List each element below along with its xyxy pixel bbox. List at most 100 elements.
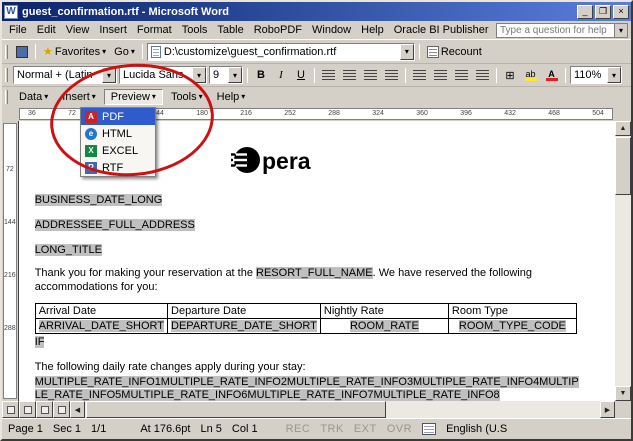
cell-arrival-date[interactable]: ARRIVAL_DATE_SHORT (35, 319, 167, 334)
menu-robopdf[interactable]: RoboPDF (249, 22, 307, 38)
scroll-left-button[interactable]: ◀ (70, 401, 85, 418)
outline-view-button[interactable] (53, 401, 70, 418)
style-combobox[interactable]: Normal + (Latin ▾ (13, 66, 117, 84)
preview-menu-item-excel[interactable]: X EXCEL (81, 142, 155, 159)
dropdown-arrow-icon[interactable]: ▾ (228, 67, 242, 83)
align-left-button[interactable] (319, 66, 338, 84)
dropdown-arrow-icon[interactable]: ▾ (607, 67, 621, 83)
font-combobox[interactable]: Lucida Sans ▾ (119, 66, 207, 84)
normal-view-button[interactable] (2, 401, 19, 418)
toolbar-separator (419, 44, 420, 59)
increase-indent-button[interactable] (473, 66, 492, 84)
scroll-right-button[interactable]: ▶ (600, 401, 615, 418)
scroll-down-button[interactable]: ▼ (615, 386, 631, 401)
bi-menu-data[interactable]: Data ▾ (13, 89, 54, 105)
ruler-label: 252 (284, 110, 296, 117)
status-flag-ovr[interactable]: OVR (387, 423, 412, 435)
menu-view[interactable]: View (61, 22, 95, 38)
decrease-indent-button[interactable] (452, 66, 471, 84)
arrival-date-field[interactable]: ARRIVAL_DATE_SHORT (39, 320, 164, 332)
toolbar-drag-handle[interactable] (5, 68, 8, 82)
numbering-button[interactable] (410, 66, 429, 84)
highlight-button[interactable]: ab (521, 66, 540, 84)
vertical-scrollbar[interactable]: ▲ ▼ (615, 121, 631, 401)
vertical-scroll-track[interactable] (615, 196, 631, 386)
close-button[interactable]: × (613, 5, 629, 19)
help-question-input[interactable]: Type a question for help ▾ (496, 23, 628, 38)
vertical-scroll-thumb[interactable] (615, 137, 631, 195)
address-combobox[interactable]: D:\customize\guest_confirmation.rtf ▾ (147, 43, 415, 61)
menu-tools[interactable]: Tools (177, 22, 213, 38)
dropdown-arrow-icon[interactable]: ▾ (614, 24, 627, 37)
menu-file[interactable]: File (4, 22, 32, 38)
favorites-button[interactable]: ★ Favorites ▾ (40, 43, 109, 61)
horizontal-scrollbar[interactable]: ◀ ▶ (2, 401, 631, 418)
toolbar-drag-handle[interactable] (5, 90, 8, 104)
horizontal-scroll-thumb[interactable] (86, 401, 386, 418)
italic-button[interactable]: I (272, 66, 290, 84)
dropdown-arrow-icon[interactable]: ▾ (102, 67, 116, 83)
menu-edit[interactable]: Edit (32, 22, 61, 38)
bold-button[interactable]: B (252, 66, 270, 84)
long-title-field[interactable]: LONG_TITLE (35, 244, 102, 256)
room-rate-field[interactable]: ROOM_RATE (350, 320, 419, 332)
dropdown-arrow-icon[interactable]: ▾ (400, 44, 414, 60)
header-arrival-date: Arrival Date (35, 304, 167, 319)
status-flag-rec[interactable]: REC (286, 423, 311, 435)
zoom-combobox[interactable]: 110% ▾ (570, 66, 622, 84)
dropdown-arrow-icon: ▾ (131, 47, 135, 56)
decrease-indent-icon (455, 70, 468, 81)
addressee-field[interactable]: ADDRESSEE_FULL_ADDRESS (35, 219, 195, 231)
bullets-button[interactable] (431, 66, 450, 84)
menu-oracle-bi-publisher[interactable]: Oracle BI Publisher (389, 22, 494, 38)
menu-table[interactable]: Table (212, 22, 248, 38)
dropdown-arrow-icon[interactable]: ▾ (192, 67, 206, 83)
font-color-button[interactable]: A (542, 66, 561, 84)
dropdown-arrow-icon: ▾ (102, 47, 106, 56)
vertical-ruler[interactable]: 72 144 216 288 (2, 121, 18, 401)
underline-button[interactable]: U (292, 66, 310, 84)
bi-menu-tools[interactable]: Tools ▾ (165, 89, 209, 105)
menu-window[interactable]: Window (307, 22, 356, 38)
cell-departure-date[interactable]: DEPARTURE_DATE_SHORT (168, 319, 321, 334)
web-toolbar-button[interactable] (13, 43, 31, 61)
bi-menu-help[interactable]: Help ▾ (211, 89, 252, 105)
preview-menu-item-html[interactable]: e HTML (81, 125, 155, 142)
menu-format[interactable]: Format (132, 22, 177, 38)
multiple-rate-info-fields[interactable]: MULTIPLE_RATE_INFO1MULTIPLE_RATE_INFO2MU… (35, 376, 579, 401)
spellcheck-book-icon[interactable] (422, 423, 436, 435)
go-button[interactable]: Go ▾ (111, 43, 138, 61)
borders-button[interactable]: ⊞ (501, 66, 519, 84)
status-language: English (U.S (446, 423, 507, 435)
menu-help[interactable]: Help (356, 22, 389, 38)
preview-menu-item-rtf[interactable]: R RTF (81, 159, 155, 176)
maximize-button[interactable]: ❐ (595, 5, 611, 19)
toolbar-drag-handle[interactable] (5, 45, 8, 59)
font-size-combobox[interactable]: 9 ▾ (209, 66, 243, 84)
thank-you-paragraph: Thank you for making your reservation at… (35, 266, 580, 294)
align-right-button[interactable] (361, 66, 380, 84)
highlight-icon: ab (524, 70, 537, 81)
bi-menu-insert[interactable]: Insert ▾ (56, 89, 102, 105)
horizontal-scroll-track[interactable] (387, 401, 600, 418)
business-date-field[interactable]: BUSINESS_DATE_LONG (35, 194, 163, 206)
minimize-button[interactable]: _ (577, 5, 593, 19)
status-flag-trk[interactable]: TRK (320, 423, 344, 435)
resort-name-field[interactable]: RESORT_FULL_NAME (256, 267, 373, 279)
cell-room-rate[interactable]: ROOM_RATE (320, 319, 448, 334)
scroll-up-button[interactable]: ▲ (615, 121, 631, 136)
cell-room-type[interactable]: ROOM_TYPE_CODE (448, 319, 576, 334)
preview-menu-item-pdf[interactable]: A PDF (81, 108, 155, 125)
bi-menu-preview[interactable]: Preview ▾ (104, 89, 163, 105)
room-type-field[interactable]: ROOM_TYPE_CODE (459, 320, 566, 332)
departure-date-field[interactable]: DEPARTURE_DATE_SHORT (171, 320, 317, 332)
justify-button[interactable] (382, 66, 401, 84)
address-text: D:\customize\guest_confirmation.rtf (164, 46, 336, 58)
status-flag-ext[interactable]: EXT (354, 423, 377, 435)
menu-insert[interactable]: Insert (94, 22, 132, 38)
align-center-button[interactable] (340, 66, 359, 84)
print-layout-view-button[interactable] (36, 401, 53, 418)
recount-button[interactable]: Recount (424, 43, 485, 61)
if-tag-field[interactable]: IF (35, 336, 45, 348)
web-layout-view-button[interactable] (19, 401, 36, 418)
